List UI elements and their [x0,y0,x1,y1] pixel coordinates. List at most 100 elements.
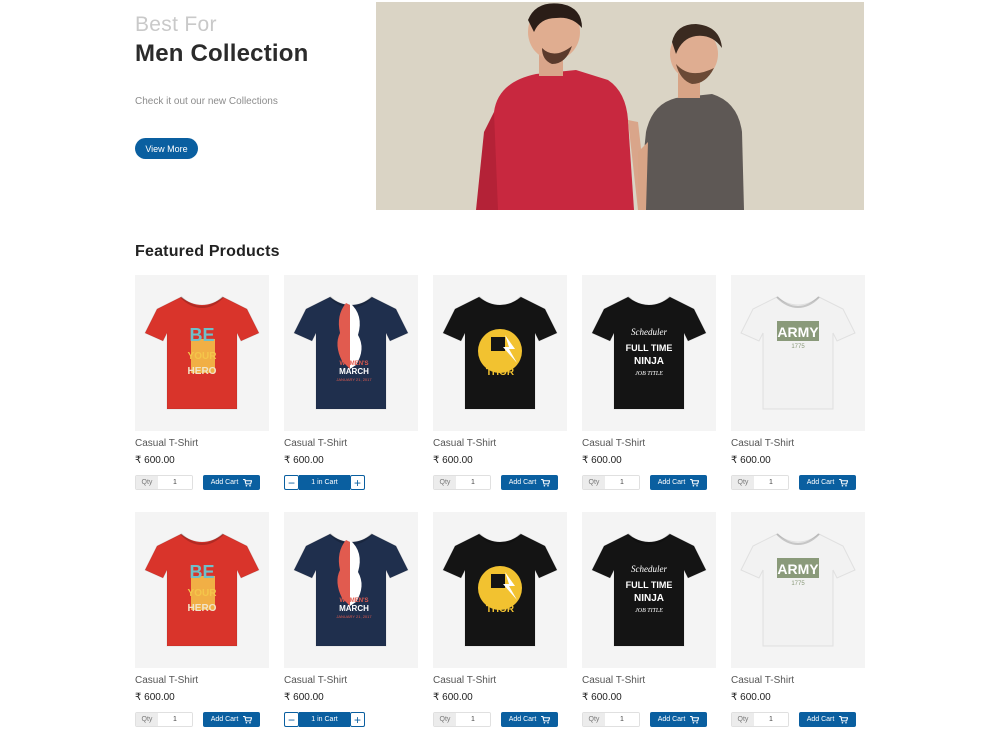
qty-label: Qty [583,713,605,726]
increase-quantity-button[interactable]: + [350,712,365,727]
add-cart-button[interactable]: Add Cart [203,712,260,727]
product-name[interactable]: Casual T-Shirt [284,438,418,450]
qty-label: Qty [732,476,754,489]
product-actions: Qty 1 Add Cart [582,475,716,490]
quantity-field[interactable]: Qty 1 [135,712,193,727]
product-name[interactable]: Casual T-Shirt [433,675,567,687]
product-image[interactable]: WOMEN'S MARCH JANUARY 21, 2017 [284,275,418,431]
qty-input[interactable]: 1 [456,476,490,489]
quantity-field[interactable]: Qty 1 [582,712,640,727]
qty-label: Qty [434,476,456,489]
product-image[interactable]: Scheduler FULL TIME NINJA JOB TITLE [582,275,716,431]
hero-text-block: Best For Men Collection Check it out our… [135,12,365,159]
qty-input[interactable]: 1 [456,713,490,726]
qty-label: Qty [732,713,754,726]
product-actions: Qty 1 Add Cart [582,712,716,727]
increase-quantity-button[interactable]: + [350,475,365,490]
in-cart-count: 1 in Cart [299,475,350,490]
shirt-print-text: 1775 [791,344,805,350]
product-image[interactable]: WOMEN'S MARCH JANUARY 21, 2017 [284,512,418,668]
qty-input[interactable]: 1 [754,713,788,726]
two-men-photo [376,2,864,210]
add-cart-button[interactable]: Add Cart [799,712,856,727]
product-image[interactable]: THOR [433,512,567,668]
add-cart-button[interactable]: Add Cart [799,475,856,490]
product-name[interactable]: Casual T-Shirt [135,438,269,450]
quantity-field[interactable]: Qty 1 [135,475,193,490]
product-price: ₹ 600.00 [284,692,324,703]
product-card[interactable]: ARMY 1775 Casual T-Shirt ₹ 600.00 Qty 1 Add Ca… [731,512,865,727]
qty-input[interactable]: 1 [605,713,639,726]
shirt-print-text: 1775 [791,581,805,587]
tshirt-image: ARMY 1775 [740,296,856,410]
shirt-print-text: JANUARY 21, 2017 [336,614,372,619]
product-card[interactable]: WOMEN'S MARCH JANUARY 21, 2017 Casual T-Shi… [284,275,418,490]
add-cart-button[interactable]: Add Cart [501,712,558,727]
add-cart-button[interactable]: Add Cart [650,712,707,727]
shirt-print-text: Scheduler [631,327,667,337]
qty-input[interactable]: 1 [158,713,192,726]
cart-icon [690,715,700,724]
tshirt-image: WOMEN'SMARCHJANUARY 21, 2017 [293,296,409,410]
product-card[interactable]: THOR Casual T-Shirt ₹ 600.00 Qty 1 Add Cart [433,275,567,490]
quantity-field[interactable]: Qty 1 [731,475,789,490]
product-card[interactable]: Scheduler FULL TIME NINJA JOB TITLE Casual T… [582,275,716,490]
quantity-field[interactable]: Qty 1 [433,475,491,490]
product-name[interactable]: Casual T-Shirt [582,675,716,687]
quantity-stepper[interactable]: −1 in Cart + [284,475,365,490]
product-card[interactable]: BE YOUR HERO Casual T-Shirt ₹ 600.00 Qty 1 Add … [135,275,269,490]
add-cart-button[interactable]: Add Cart [501,475,558,490]
shirt-print-text: THOR [486,367,515,378]
quantity-stepper[interactable]: −1 in Cart + [284,712,365,727]
product-card[interactable]: BE YOUR HERO Casual T-Shirt ₹ 600.00 Qty 1 Add … [135,512,269,727]
qty-input[interactable]: 1 [754,476,788,489]
product-actions: −1 in Cart + [284,475,418,490]
product-image[interactable]: Scheduler FULL TIME NINJA JOB TITLE [582,512,716,668]
shirt-print-text: Scheduler [631,564,667,574]
product-image[interactable]: ARMY 1775 [731,512,865,668]
shirt-print-text: HERO [188,603,217,614]
product-image[interactable]: THOR [433,275,567,431]
product-actions: Qty 1 Add Cart [433,712,567,727]
product-image[interactable]: ARMY 1775 [731,275,865,431]
product-name[interactable]: Casual T-Shirt [135,675,269,687]
product-image[interactable]: BE YOUR HERO [135,275,269,431]
quantity-field[interactable]: Qty 1 [433,712,491,727]
shirt-print-text: BE [189,325,214,345]
product-image[interactable]: BE YOUR HERO [135,512,269,668]
add-cart-button[interactable]: Add Cart [650,475,707,490]
product-name[interactable]: Casual T-Shirt [582,438,716,450]
product-name[interactable]: Casual T-Shirt [731,675,865,687]
product-actions: Qty 1 Add Cart [731,475,865,490]
add-cart-label: Add Cart [210,716,239,723]
shirt-print-text: NINJA [634,356,664,367]
product-price: ₹ 600.00 [284,455,324,466]
product-name[interactable]: Casual T-Shirt [731,438,865,450]
product-card[interactable]: WOMEN'S MARCH JANUARY 21, 2017 Casual T-Shi… [284,512,418,727]
view-more-button[interactable]: View More [135,138,198,159]
qty-input[interactable]: 1 [158,476,192,489]
product-card[interactable]: THOR Casual T-Shirt ₹ 600.00 Qty 1 Add Cart [433,512,567,727]
shirt-print-text: HERO [188,366,217,377]
qty-label: Qty [136,476,158,489]
cart-icon [839,478,849,487]
add-cart-label: Add Cart [806,479,835,486]
add-cart-button[interactable]: Add Cart [203,475,260,490]
product-card[interactable]: Scheduler FULL TIME NINJA JOB TITLE Casual T… [582,512,716,727]
product-card[interactable]: ARMY 1775 Casual T-Shirt ₹ 600.00 Qty 1 Add Ca… [731,275,865,490]
tshirt-image: BE YOUR HERO [144,296,260,410]
quantity-field[interactable]: Qty 1 [582,475,640,490]
qty-label: Qty [136,713,158,726]
product-actions: Qty 1 Add Cart [135,712,269,727]
cart-icon [839,715,849,724]
shirt-print-text: NINJA [634,593,664,604]
product-name[interactable]: Casual T-Shirt [433,438,567,450]
decrease-quantity-button[interactable]: − [284,475,299,490]
quantity-field[interactable]: Qty 1 [731,712,789,727]
product-price: ₹ 600.00 [582,692,622,703]
qty-input[interactable]: 1 [605,476,639,489]
product-name[interactable]: Casual T-Shirt [284,675,418,687]
shirt-print-text: ARMY [777,324,819,340]
shirt-print-text: FULL TIME [626,580,673,590]
decrease-quantity-button[interactable]: − [284,712,299,727]
